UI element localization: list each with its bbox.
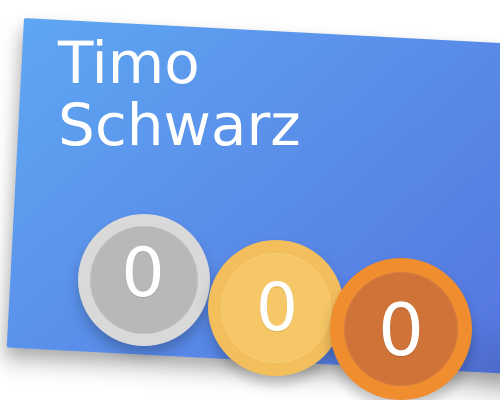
- bronze-medal-icon: 0: [330, 258, 472, 400]
- gold-medal-count: 0: [256, 269, 298, 346]
- first-name: Timo: [58, 29, 200, 97]
- profile-name: Timo Schwarz: [58, 32, 301, 156]
- silver-medal-icon: 0: [78, 214, 210, 346]
- profile-card-scene: Timo Schwarz 0 0 0: [0, 0, 500, 400]
- gold-medal-icon: 0: [208, 240, 344, 376]
- last-name: Schwarz: [58, 91, 301, 159]
- silver-medal-count: 0: [121, 234, 165, 313]
- bronze-medal-count: 0: [378, 288, 424, 372]
